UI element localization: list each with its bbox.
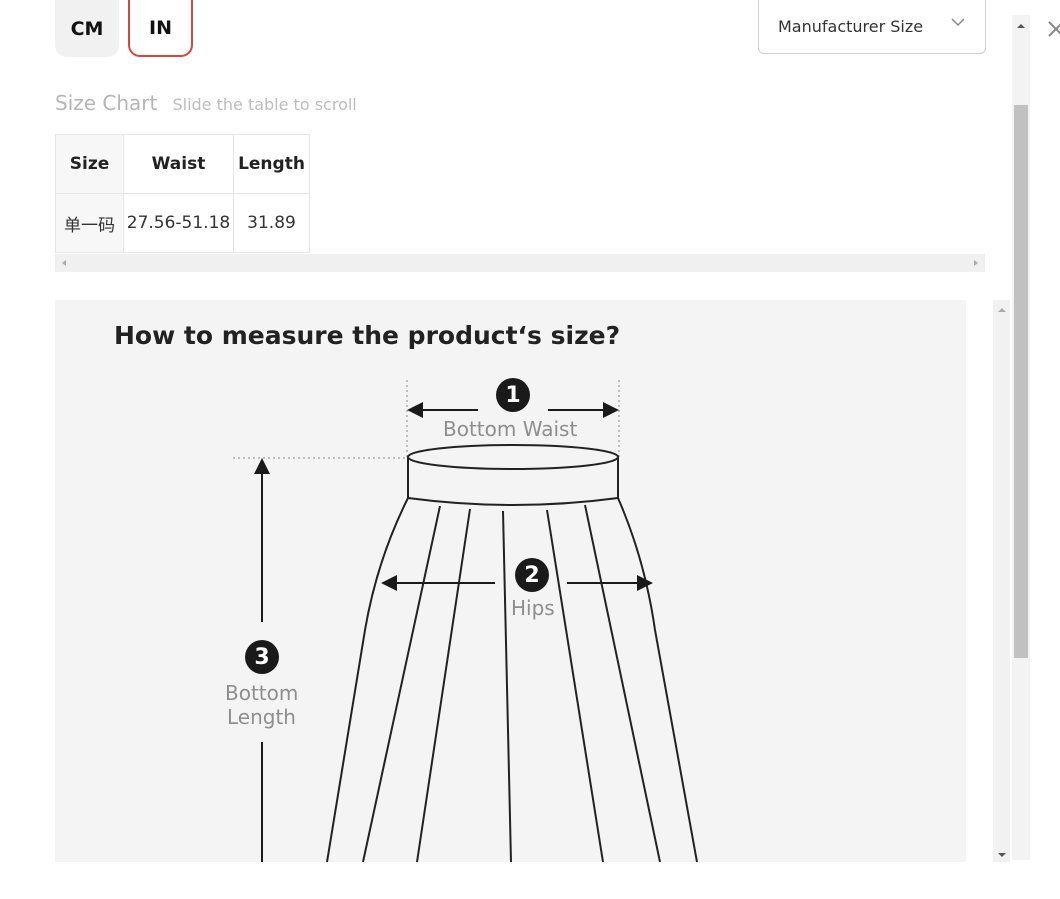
cell-length: 31.89 (233, 193, 310, 253)
outer-scrollbar-thumb[interactable] (1014, 105, 1028, 658)
scroll-right-arrow-icon[interactable] (972, 259, 980, 267)
scroll-down-arrow-icon[interactable] (993, 848, 1011, 862)
chevron-down-icon (951, 18, 965, 27)
table-horizontal-scrollbar[interactable] (55, 254, 985, 272)
badge-2: 2 (515, 558, 549, 592)
close-icon[interactable] (1046, 18, 1060, 40)
label-hips: Hips (511, 596, 555, 620)
size-chart-heading: Size Chart Slide the table to scroll (55, 91, 357, 115)
column-header-size: Size (55, 134, 124, 194)
measure-guide-image: How to measure the product‘s size? 1 Bot… (55, 300, 966, 862)
column-header-waist: Waist (123, 134, 234, 194)
size-type-select-value: Manufacturer Size (778, 17, 924, 36)
badge-1: 1 (496, 378, 530, 412)
unit-in-button[interactable]: IN (128, 0, 193, 57)
size-chart-title: Size Chart (55, 91, 158, 115)
table-header-row: Size Waist Length (55, 134, 310, 194)
size-table: Size Waist Length 单一码 27.56-51.18 31.89 (55, 134, 310, 253)
scroll-up-arrow-icon[interactable] (1012, 19, 1030, 33)
label-bottom-waist: Bottom Waist (443, 417, 578, 441)
size-chart-hint: Slide the table to scroll (172, 95, 357, 114)
cell-size: 单一码 (55, 193, 124, 253)
badge-3: 3 (245, 640, 279, 674)
column-header-length: Length (233, 134, 310, 194)
measure-guide-title: How to measure the product‘s size? (114, 321, 621, 350)
image-vertical-scrollbar[interactable] (993, 300, 1010, 862)
table-row: 单一码 27.56-51.18 31.89 (55, 193, 310, 253)
label-bottom-length-line1: Bottom (225, 681, 299, 705)
label-bottom-length-line2: Length (227, 705, 296, 729)
scroll-left-arrow-icon[interactable] (60, 259, 68, 267)
outer-scrollbar[interactable] (1012, 15, 1030, 860)
cell-waist: 27.56-51.18 (123, 193, 234, 253)
size-type-select[interactable]: Manufacturer Size (758, 0, 986, 54)
scroll-up-arrow-icon[interactable] (993, 303, 1011, 317)
unit-cm-button[interactable]: CM (55, 0, 119, 57)
size-table-wrapper: Size Waist Length 单一码 27.56-51.18 31.89 (55, 134, 310, 253)
